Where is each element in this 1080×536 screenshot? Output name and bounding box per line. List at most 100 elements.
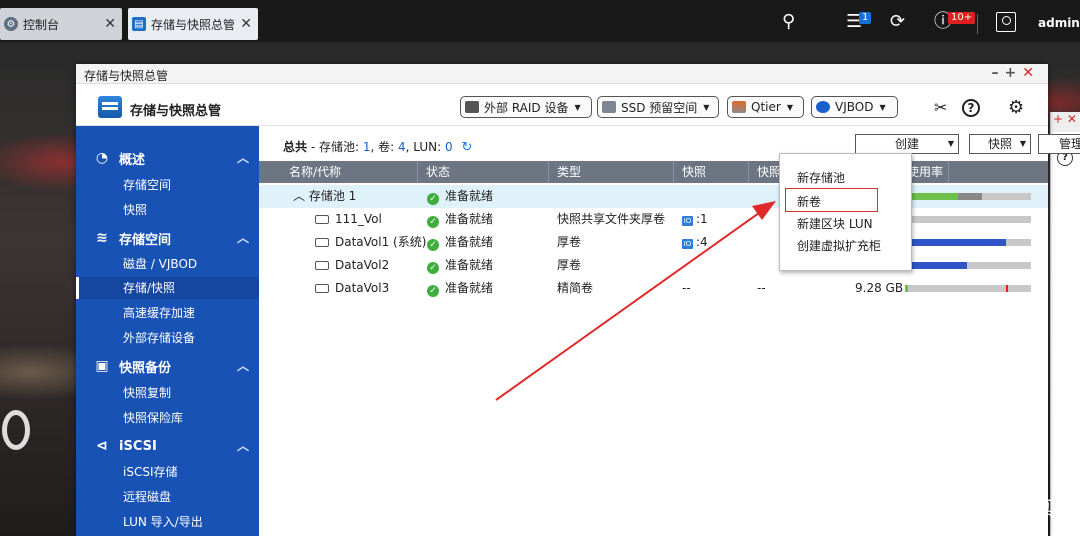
sync-icon[interactable]: ⟳ xyxy=(890,12,905,32)
maximize-icon[interactable]: + xyxy=(1005,65,1023,81)
collapse-icon[interactable]: ︿ xyxy=(293,189,309,203)
refresh-icon[interactable]: ↻ xyxy=(461,140,472,155)
chevron-up-icon[interactable]: ︿ xyxy=(237,437,249,454)
create-label: 创建 xyxy=(894,137,919,151)
sidebar-item-snapshot[interactable]: 快照 xyxy=(76,199,259,221)
manage-button[interactable]: 管理 xyxy=(1038,134,1080,154)
snapshot-count: :1 xyxy=(696,212,708,226)
sidebar-item-storage-space[interactable]: 存储空间 xyxy=(76,174,259,196)
lun-count: 0 xyxy=(444,140,453,154)
vjbod-button[interactable]: VJBOD ▼ xyxy=(811,96,898,118)
sidebar-item-iscsi-storage[interactable]: iSCSI存储 xyxy=(76,461,259,483)
sidebar-item-disks[interactable]: 磁盘 / VJBOD xyxy=(76,253,259,275)
ssd-overprovision-button[interactable]: SSD 预留空间 ▼ xyxy=(597,96,719,118)
row-snapshot: IO:4 xyxy=(682,231,708,254)
column-snapshot[interactable]: 快照 xyxy=(674,161,749,183)
status-text: 准备就绪 xyxy=(445,281,494,295)
minimize-icon[interactable]: – xyxy=(992,65,1005,81)
row-type: 精简卷 xyxy=(557,281,594,295)
background-window: + ✕ ? xyxy=(1050,112,1080,536)
tab-storage-manager[interactable]: ▤ 存储与快照总管 ✕ xyxy=(128,8,258,40)
table-row[interactable]: DataVol3 ✓ 准备就绪 精简卷 -- -- 9.28 GB xyxy=(259,277,1048,300)
window-controls: –+✕ xyxy=(992,65,1040,81)
search-icon[interactable]: ⚲ xyxy=(782,12,795,32)
vjbod-label: VJBOD xyxy=(835,100,874,114)
table-row[interactable]: DataVol2 ✓ 准备就绪 厚卷 xyxy=(259,254,1048,277)
sidebar-item-snapshot-vault[interactable]: 快照保险库 xyxy=(76,407,259,429)
watermark: 值 什么值得买 xyxy=(912,492,1058,524)
user-icon[interactable] xyxy=(996,12,1016,32)
column-status[interactable]: 状态 xyxy=(418,161,549,183)
table-row[interactable]: 111_Vol ✓ 准备就绪 快照共享文件夹厚卷 IO:1 xyxy=(259,208,1048,231)
help-icon[interactable]: ? xyxy=(962,99,980,117)
sidebar-item-lun-import-export[interactable]: LUN 导入/导出 xyxy=(76,511,259,533)
summary-lun-text: , LUN: xyxy=(405,140,445,154)
sidebar-section-overview[interactable]: ◔ 概述 ︿ xyxy=(76,146,259,170)
section-label: 概述 xyxy=(119,152,146,168)
chevron-down-icon: ▼ xyxy=(703,102,710,112)
sidebar-section-iscsi[interactable]: ⊲ iSCSI ︿ xyxy=(76,434,259,458)
window-title: 存储与快照总管 xyxy=(84,69,169,83)
create-menu: 新存储池 新卷 新建区块 LUN 创建虚拟扩充柜 xyxy=(779,153,912,271)
background-window-titlebar: + ✕ xyxy=(1051,112,1080,132)
vjbod-icon xyxy=(816,101,830,113)
settings-gear-icon[interactable]: ⚙ xyxy=(1008,99,1024,117)
create-button[interactable]: 创建 ▼ xyxy=(855,134,959,154)
storage-app-icon: ▤ xyxy=(132,17,146,31)
table-row[interactable]: DataVol1 (系统) ✓ 准备就绪 厚卷 IO:4 xyxy=(259,231,1048,254)
table-header: 名称/代称 状态 类型 快照 快照 使用率 xyxy=(259,161,1048,183)
sidebar-item-cache-acceleration[interactable]: 高速缓存加速 xyxy=(76,302,259,324)
row-size: 9.28 GB xyxy=(855,281,904,295)
column-type[interactable]: 类型 xyxy=(549,161,674,183)
table-row[interactable]: ︿ 存储池 1 ✓ 准备就绪 xyxy=(259,185,1048,208)
window-titlebar: 存储与快照总管 –+✕ xyxy=(76,64,1048,84)
column-usage[interactable]: 使用率 xyxy=(899,161,1048,183)
tab-label: 控制台 xyxy=(23,17,60,32)
menu-item-create-virtual-jbod[interactable]: 创建虚拟扩充柜 xyxy=(797,236,881,256)
snapshot-button[interactable]: 快照 ▼ xyxy=(969,134,1031,154)
task-count-badge: 1 xyxy=(859,12,872,24)
row-status: ✓ 准备就绪 xyxy=(427,208,493,231)
username[interactable]: admin xyxy=(1038,16,1080,30)
sidebar-item-remote-disk[interactable]: 远程磁盘 xyxy=(76,486,259,508)
chevron-up-icon[interactable]: ︿ xyxy=(237,229,249,246)
sidebar-section-snapshot-backup[interactable]: ▣ 快照备份 ︿ xyxy=(76,354,259,378)
status-text: 准备就绪 xyxy=(445,189,494,203)
row-status: ✓ 准备就绪 xyxy=(427,254,493,277)
tab-control-panel[interactable]: ⚙ 控制台 ✕ xyxy=(0,8,122,40)
usage-fill-used xyxy=(905,285,908,292)
check-icon: ✓ xyxy=(427,285,439,297)
close-icon[interactable]: ✕ xyxy=(240,16,252,32)
external-raid-button[interactable]: 外部 RAID 设备 ▼ xyxy=(460,96,592,118)
chevron-down-icon: ▼ xyxy=(879,102,886,112)
sidebar: ◔ 概述 ︿ 存储空间 快照 ≋ 存储空间 ︿ 磁盘 / VJBOD 存储/快照… xyxy=(76,126,259,536)
row-status: ✓ 准备就绪 xyxy=(427,185,493,208)
row-name: DataVol2 xyxy=(315,254,389,277)
close-icon[interactable]: ✕ xyxy=(1022,65,1040,81)
sidebar-item-snapshot-replica[interactable]: 快照复制 xyxy=(76,382,259,404)
menu-item-new-storage-pool[interactable]: 新存储池 xyxy=(797,168,845,188)
section-label: iSCSI xyxy=(119,438,157,454)
summary-pool-text: 存储池: xyxy=(318,140,363,154)
sidebar-item-storage-snapshot[interactable]: 存储/快照 xyxy=(76,277,259,299)
volume-icon xyxy=(315,284,329,293)
row-status: ✓ 准备就绪 xyxy=(427,231,493,254)
background-decoration xyxy=(2,410,30,450)
row-type: 厚卷 xyxy=(557,235,582,249)
taskbar: ⚙ 控制台 ✕ ▤ 存储与快照总管 ✕ ⚲ ☰ 1 ⟳ ⓘ 10+ admin xyxy=(0,0,1080,42)
gear-icon: ⚙ xyxy=(4,17,18,31)
usage-bar xyxy=(905,216,1031,223)
chevron-up-icon[interactable]: ︿ xyxy=(237,357,249,374)
close-icon[interactable]: ✕ xyxy=(104,16,116,32)
app-toolbar: 存储与快照总管 外部 RAID 设备 ▼ SSD 预留空间 ▼ Qtier ▼ … xyxy=(76,88,1048,126)
wrench-icon[interactable]: ✂ xyxy=(934,99,947,117)
menu-item-new-block-lun[interactable]: 新建区块 LUN xyxy=(797,214,873,234)
snapshot-label: 快照 xyxy=(987,137,1012,151)
chevron-up-icon[interactable]: ︿ xyxy=(237,149,249,166)
column-name[interactable]: 名称/代称 xyxy=(281,161,418,183)
status-text: 准备就绪 xyxy=(445,212,494,226)
tab-label: 存储与快照总管 xyxy=(151,17,236,32)
sidebar-item-external-storage[interactable]: 外部存储设备 xyxy=(76,327,259,349)
sidebar-section-storage[interactable]: ≋ 存储空间 ︿ xyxy=(76,226,259,250)
qtier-button[interactable]: Qtier ▼ xyxy=(727,96,804,118)
